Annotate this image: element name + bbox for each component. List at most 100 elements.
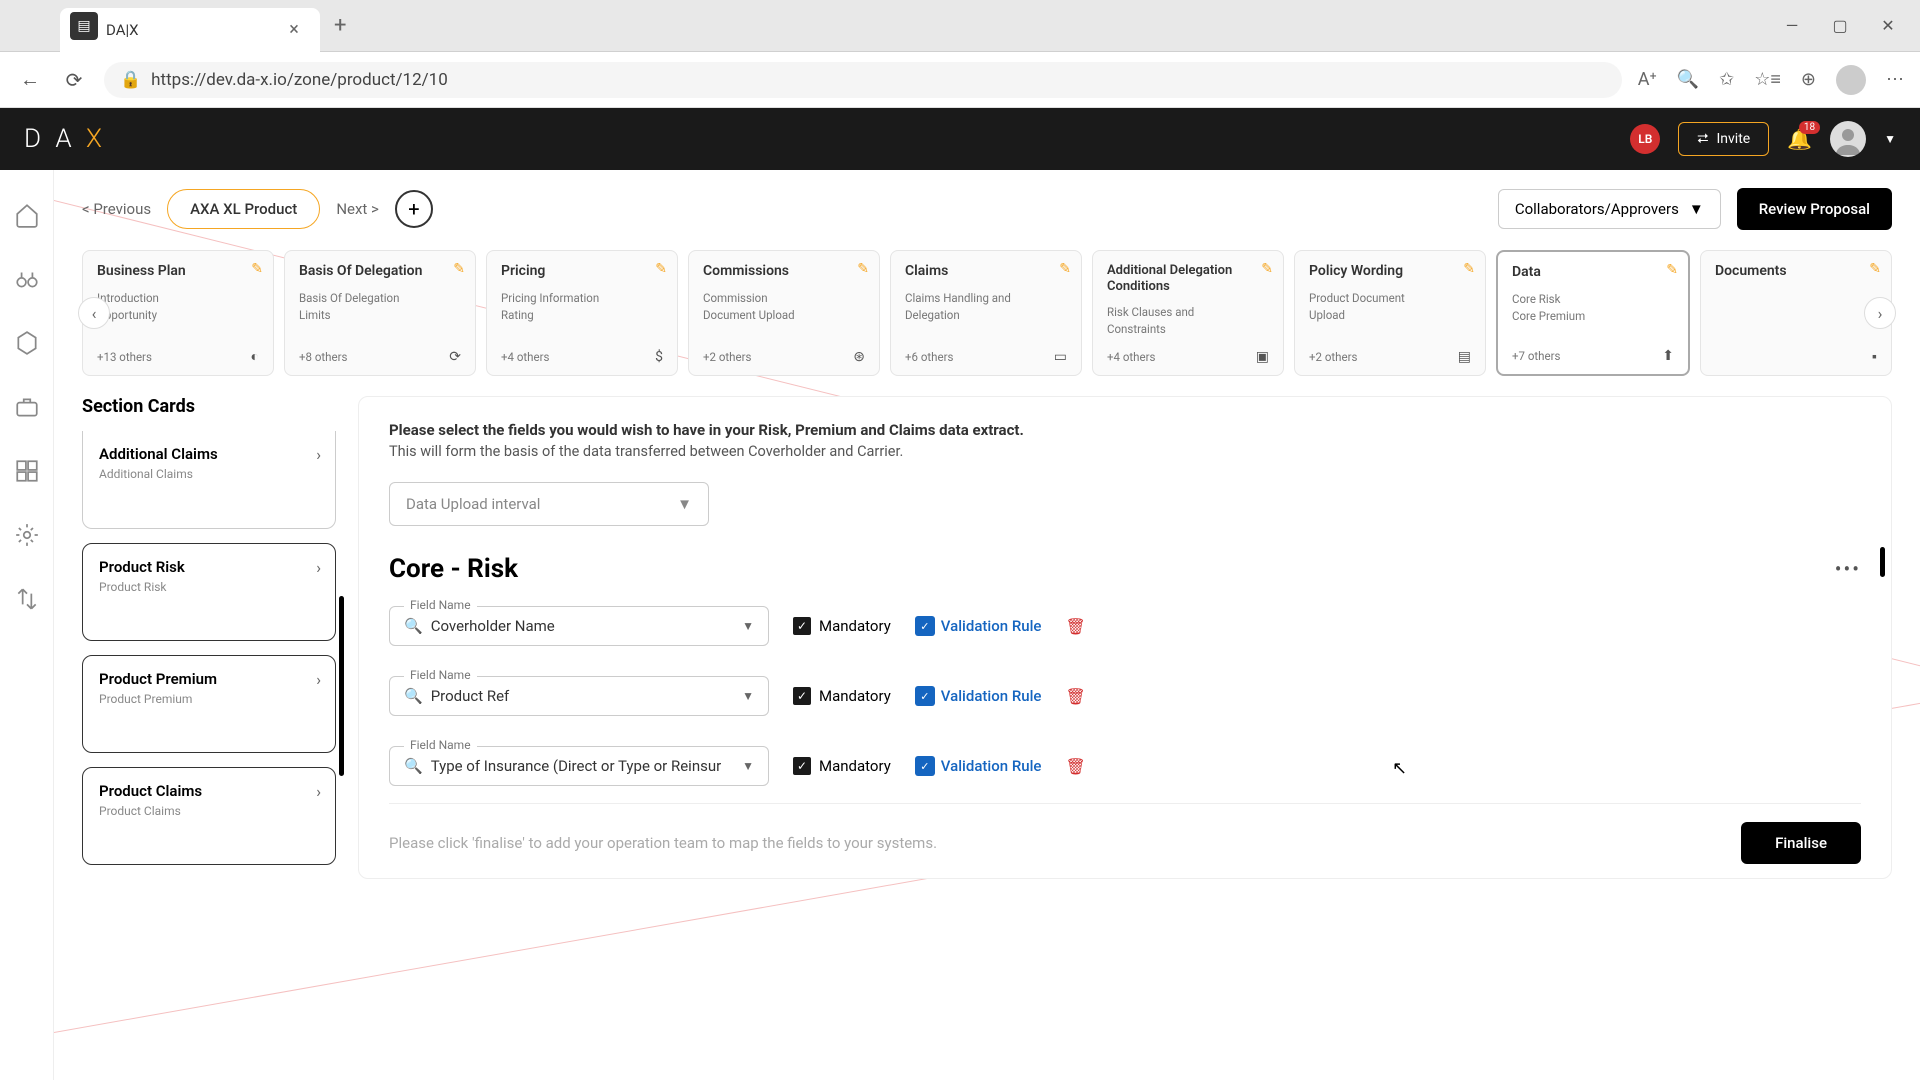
mandatory-checkbox[interactable]: ✓ Mandatory bbox=[793, 617, 891, 635]
edit-icon[interactable]: ✎ bbox=[1869, 261, 1881, 277]
carousel-card-business-plan[interactable]: ✎ Business Plan IntroductionOpportunity … bbox=[82, 250, 274, 376]
more-options-icon[interactable]: ••• bbox=[1835, 557, 1861, 581]
field-name-select[interactable]: Field Name 🔍 Coverholder Name ▼ bbox=[389, 606, 769, 646]
carousel-card-claims[interactable]: ✎ Claims Claims Handling andDelegation +… bbox=[890, 250, 1082, 376]
favorite-icon[interactable]: ✩ bbox=[1719, 69, 1734, 90]
invite-button[interactable]: ⮂ Invite bbox=[1678, 122, 1769, 156]
carousel-card-commissions[interactable]: ✎ Commissions CommissionDocument Upload … bbox=[688, 250, 880, 376]
product-name-pill[interactable]: AXA XL Product bbox=[167, 189, 320, 229]
next-link[interactable]: Next > bbox=[336, 200, 379, 218]
dax-logo[interactable]: D A X bbox=[24, 124, 106, 154]
field-row: Field Name 🔍 Type of Insurance (Direct o… bbox=[389, 746, 1861, 786]
carousel-card-pricing[interactable]: ✎ Pricing Pricing InformationRating +4 o… bbox=[486, 250, 678, 376]
chevron-right-icon: › bbox=[316, 782, 321, 801]
briefcase-icon[interactable] bbox=[12, 392, 42, 422]
tab-actions-icon[interactable]: ▤ bbox=[70, 12, 98, 40]
shield-check-icon: ✓ bbox=[915, 616, 935, 636]
previous-link[interactable]: < Previous bbox=[82, 200, 151, 218]
folder-icon: ▪ bbox=[1872, 348, 1877, 365]
section-card-product-claims[interactable]: Product Claims Product Claims › bbox=[82, 767, 336, 865]
delete-icon[interactable]: 🗑 bbox=[1065, 617, 1085, 636]
tab-title: DA|X bbox=[106, 21, 274, 39]
validation-rule-link[interactable]: ✓ Validation Rule bbox=[915, 686, 1042, 706]
refresh-icon[interactable]: ⟳ bbox=[60, 68, 88, 92]
edit-icon[interactable]: ✎ bbox=[1463, 261, 1475, 277]
browser-profile-icon[interactable] bbox=[1836, 65, 1866, 95]
gear-icon[interactable] bbox=[12, 520, 42, 550]
notifications-icon[interactable]: 🔔 18 bbox=[1787, 127, 1812, 151]
form-intro-bold: Please select the fields you would wish … bbox=[389, 421, 1024, 439]
checkbox-checked-icon: ✓ bbox=[793, 757, 811, 775]
home-icon[interactable] bbox=[12, 200, 42, 230]
add-button[interactable]: + bbox=[395, 190, 433, 228]
field-name-select[interactable]: Field Name 🔍 Product Ref ▼ bbox=[389, 676, 769, 716]
avatar[interactable] bbox=[1830, 121, 1866, 157]
chevron-down-icon: ▼ bbox=[1689, 200, 1704, 218]
edit-icon[interactable]: ✎ bbox=[655, 261, 667, 277]
user-initials-badge[interactable]: LB bbox=[1630, 124, 1660, 154]
carousel-card-additional-delegation[interactable]: ✎ Additional Delegation Conditions Risk … bbox=[1092, 250, 1284, 376]
notification-count: 18 bbox=[1799, 121, 1820, 134]
minimize-icon[interactable]: — bbox=[1780, 16, 1804, 35]
section-card-additional-claims[interactable]: Additional Claims Additional Claims › bbox=[82, 431, 336, 529]
favorites-bar-icon[interactable]: ☆≡ bbox=[1754, 69, 1781, 90]
close-window-icon[interactable]: ✕ bbox=[1876, 16, 1900, 35]
case-icon: ▣ bbox=[1256, 349, 1269, 365]
chevron-down-icon: ▼ bbox=[677, 495, 692, 513]
edit-icon[interactable]: ✎ bbox=[1059, 261, 1071, 277]
checkbox-checked-icon: ✓ bbox=[793, 687, 811, 705]
finalise-button[interactable]: Finalise bbox=[1741, 822, 1861, 864]
browser-menu-icon[interactable]: ⋯ bbox=[1886, 69, 1904, 90]
field-row: Field Name 🔍 Product Ref ▼ ✓ Mandatory ✓… bbox=[389, 676, 1861, 716]
back-icon[interactable]: ← bbox=[16, 67, 44, 92]
zoom-icon[interactable]: 🔍 bbox=[1677, 69, 1699, 90]
url-input[interactable]: 🔒 https://dev.da-x.io/zone/product/12/10 bbox=[104, 62, 1622, 98]
mandatory-checkbox[interactable]: ✓ Mandatory bbox=[793, 687, 891, 705]
carousel-next-icon[interactable]: › bbox=[1864, 297, 1896, 329]
collections-icon[interactable]: ⊕ bbox=[1801, 69, 1816, 90]
section-card-product-risk[interactable]: Product Risk Product Risk › bbox=[82, 543, 336, 641]
section-cards-heading: Section Cards bbox=[82, 396, 336, 417]
validation-rule-link[interactable]: ✓ Validation Rule bbox=[915, 616, 1042, 636]
briefcase-small-icon: ▭ bbox=[1054, 349, 1067, 365]
chevron-down-icon: ▼ bbox=[742, 619, 754, 633]
delete-icon[interactable]: 🗑 bbox=[1065, 687, 1085, 706]
validation-rule-link[interactable]: ✓ Validation Rule bbox=[915, 756, 1042, 776]
binoculars-icon[interactable] bbox=[12, 264, 42, 294]
edit-icon[interactable]: ✎ bbox=[251, 261, 263, 277]
left-nav-rail bbox=[0, 170, 54, 1080]
finalise-hint: Please click 'finalise' to add your oper… bbox=[389, 834, 937, 852]
browser-tab[interactable]: A DA|X × bbox=[60, 8, 320, 52]
section-carousel: ‹ › ✎ Business Plan IntroductionOpportun… bbox=[82, 250, 1892, 376]
grid-icon[interactable] bbox=[12, 456, 42, 486]
read-aloud-icon[interactable]: A⁺ bbox=[1638, 69, 1657, 90]
profile-menu-caret-icon[interactable]: ▼ bbox=[1884, 132, 1896, 146]
mandatory-checkbox[interactable]: ✓ Mandatory bbox=[793, 757, 891, 775]
carousel-card-data[interactable]: ✎ Data Core RiskCore Premium +7 others⬆ bbox=[1496, 250, 1690, 376]
delete-icon[interactable]: 🗑 bbox=[1065, 757, 1085, 776]
transfer-icon[interactable] bbox=[12, 584, 42, 614]
hexagon-icon[interactable] bbox=[12, 328, 42, 358]
form-intro-sub: This will form the basis of the data tra… bbox=[389, 443, 1861, 460]
core-risk-title: Core - Risk bbox=[389, 554, 518, 584]
edit-icon[interactable]: ✎ bbox=[1261, 261, 1273, 277]
edit-icon[interactable]: ✎ bbox=[1666, 262, 1678, 278]
section-card-product-premium[interactable]: Product Premium Product Premium › bbox=[82, 655, 336, 753]
chevron-right-icon: › bbox=[316, 558, 321, 577]
carousel-prev-icon[interactable]: ‹ bbox=[78, 297, 110, 329]
collaborators-dropdown[interactable]: Collaborators/Approvers ▼ bbox=[1498, 189, 1721, 229]
field-name-select[interactable]: Field Name 🔍 Type of Insurance (Direct o… bbox=[389, 746, 769, 786]
carousel-card-policy-wording[interactable]: ✎ Policy Wording Product DocumentUpload … bbox=[1294, 250, 1486, 376]
edit-icon[interactable]: ✎ bbox=[453, 261, 465, 277]
upload-icon: ⬆ bbox=[1662, 348, 1674, 364]
edit-icon[interactable]: ✎ bbox=[857, 261, 869, 277]
maximize-icon[interactable]: ▢ bbox=[1828, 16, 1852, 35]
section-scrollbar[interactable] bbox=[339, 596, 344, 776]
form-scrollbar[interactable] bbox=[1880, 547, 1885, 577]
review-proposal-button[interactable]: Review Proposal bbox=[1737, 188, 1892, 230]
new-tab-button[interactable]: + bbox=[320, 13, 360, 38]
data-upload-interval-select[interactable]: Data Upload interval ▼ bbox=[389, 482, 709, 526]
section-cards-panel: Section Cards Additional Claims Addition… bbox=[82, 396, 336, 879]
close-tab-icon[interactable]: × bbox=[284, 19, 304, 40]
carousel-card-basis-delegation[interactable]: ✎ Basis Of Delegation Basis Of Delegatio… bbox=[284, 250, 476, 376]
